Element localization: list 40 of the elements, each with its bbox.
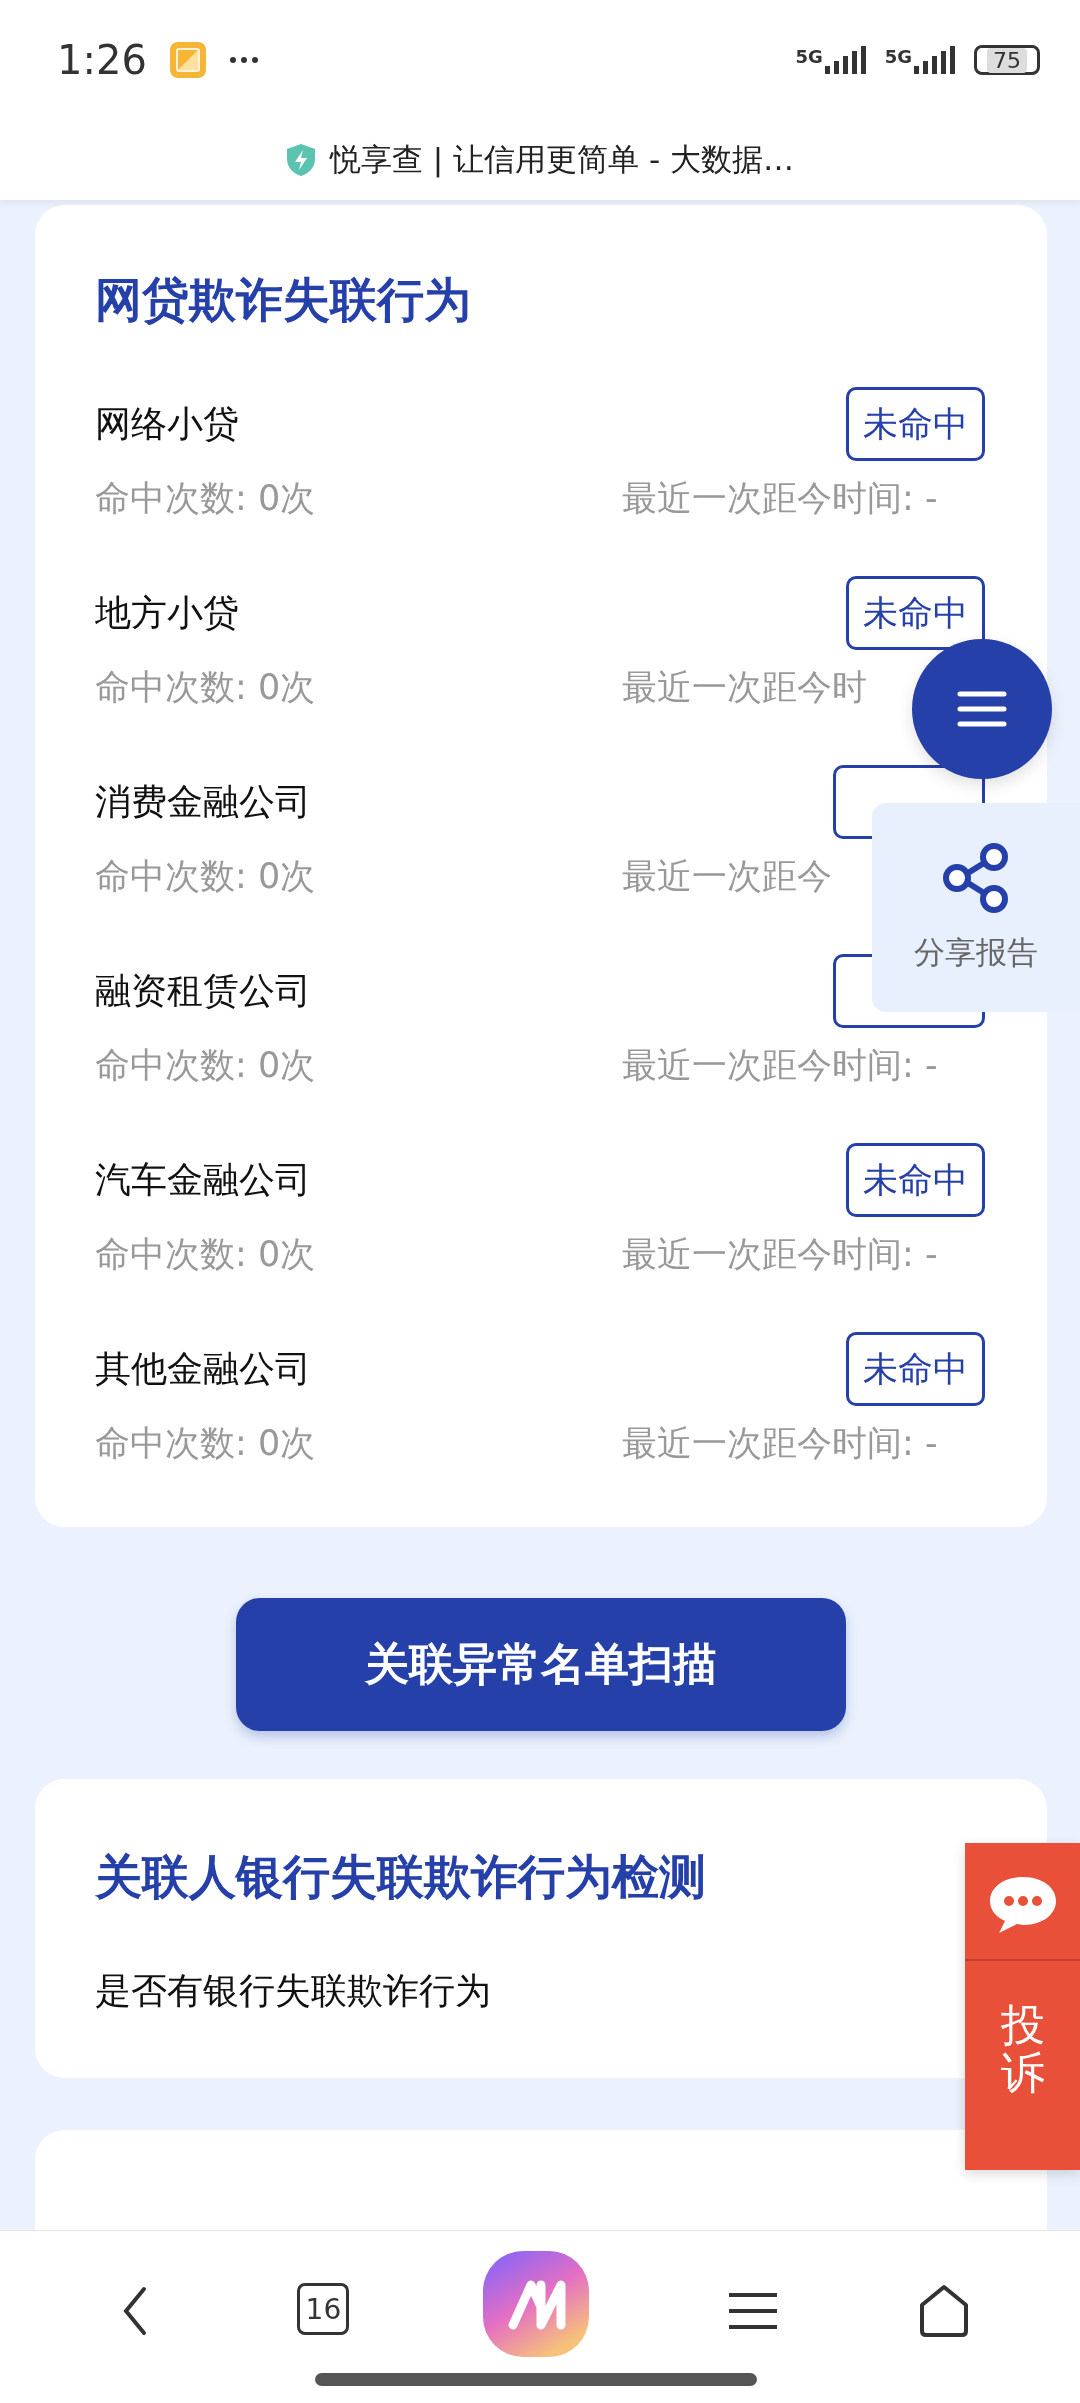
battery-indicator: 75 — [974, 45, 1040, 75]
network-type-label: 5G — [795, 46, 823, 67]
signal-icon — [914, 46, 958, 74]
signal-icon — [824, 46, 869, 74]
tabs-button[interactable]: 16 — [297, 2283, 350, 2335]
status-tag: 未命中 — [846, 1332, 985, 1406]
category-label: 消费金融公司 — [95, 779, 311, 824]
last-time-text: 最近一次距今时间: - — [622, 1232, 939, 1276]
hit-count-text: 命中次数: 0次 — [95, 476, 316, 520]
category-label: 地方小贷 — [95, 590, 239, 635]
hit-count-text: 命中次数: 0次 — [95, 1043, 316, 1087]
last-time-text: 最近一次距今时间: - — [622, 1421, 939, 1465]
last-time-text: 最近一次距今时间: - — [622, 1043, 939, 1087]
hit-count-text: 命中次数: 0次 — [95, 1421, 316, 1465]
clock-time: 1:26 — [57, 37, 147, 83]
category-label: 融资租赁公司 — [95, 968, 311, 1013]
hit-count-text: 命中次数: 0次 — [95, 854, 316, 898]
scan-button[interactable]: 关联异常名单扫描 — [236, 1598, 846, 1731]
section-title: 关联人银行失联欺诈行为检测 — [95, 1848, 707, 1906]
hit-count-text: 命中次数: 0次 — [95, 1232, 316, 1276]
last-time-text: 最近一次距今时 — [622, 665, 868, 709]
more-notifications-icon — [228, 56, 259, 64]
app-notification-icon — [168, 41, 207, 79]
last-time-text: 最近一次距今 — [622, 854, 833, 898]
category-label: 汽车金融公司 — [95, 1157, 311, 1202]
category-label: 其他金融公司 — [95, 1346, 311, 1391]
last-time-text: 最近一次距今时间: - — [622, 476, 939, 520]
shield-icon — [285, 143, 316, 177]
hit-count-text: 命中次数: 0次 — [95, 665, 316, 709]
complaint-label: 投诉 — [1000, 2001, 1045, 2098]
question-label: 是否有银行失联欺诈行为 — [95, 1968, 491, 2013]
menu-icon — [957, 689, 1007, 729]
section-title: 网贷欺诈失联行为 — [95, 271, 472, 329]
status-tag: 未命中 — [846, 387, 985, 461]
status-tag: 未命中 — [846, 1143, 985, 1217]
category-label: 网络小贷 — [95, 401, 239, 446]
complaint-panel[interactable]: 投诉 — [965, 1843, 1080, 2170]
network-type-label: 5G — [884, 46, 912, 67]
share-label: 分享报告 — [914, 932, 1038, 972]
page-title: 悦享查 | 让信用更简单 - 大数据… — [329, 140, 794, 180]
